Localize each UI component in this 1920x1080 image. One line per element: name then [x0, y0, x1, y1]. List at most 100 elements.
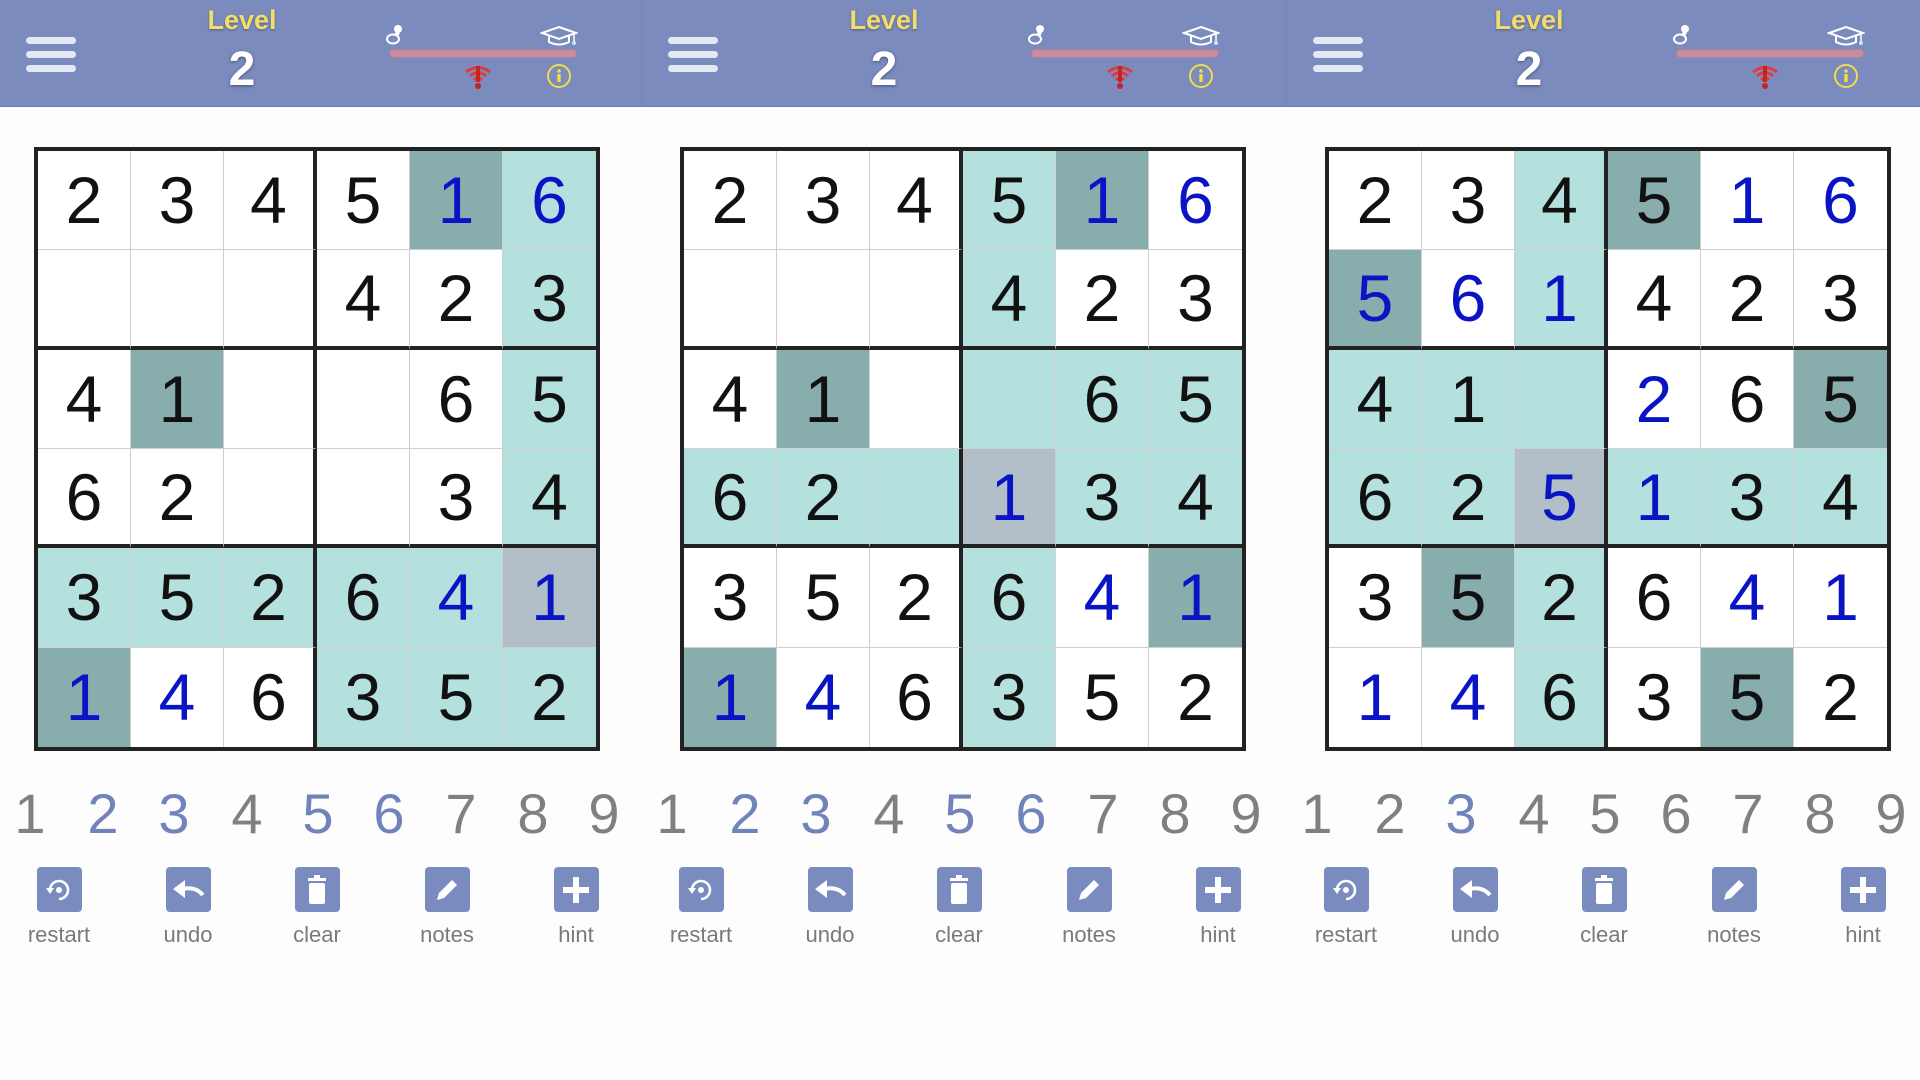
- grid-cell[interactable]: [870, 250, 963, 350]
- number-button-1[interactable]: 1: [0, 782, 60, 846]
- grid-cell[interactable]: 2: [1422, 449, 1515, 549]
- grid-cell[interactable]: 1: [1515, 250, 1608, 350]
- grid-cell[interactable]: 2: [38, 151, 131, 251]
- grid-cell[interactable]: 2: [1608, 349, 1701, 449]
- grid-cell[interactable]: 4: [1794, 449, 1887, 549]
- number-button-1[interactable]: 1: [642, 782, 702, 846]
- grid-cell[interactable]: 1: [1701, 151, 1794, 251]
- grid-cell[interactable]: [870, 449, 963, 549]
- number-button-2[interactable]: 2: [715, 782, 775, 846]
- grid-cell[interactable]: 1: [684, 647, 777, 747]
- number-button-5[interactable]: 5: [288, 782, 348, 846]
- number-button-6[interactable]: 6: [1001, 782, 1061, 846]
- number-button-6[interactable]: 6: [1646, 782, 1706, 846]
- grid-cell[interactable]: 4: [684, 349, 777, 449]
- grid-cell[interactable]: 6: [870, 647, 963, 747]
- grid-cell[interactable]: 4: [870, 151, 963, 251]
- grid-cell[interactable]: 3: [1056, 449, 1149, 549]
- grid-cell[interactable]: [38, 250, 131, 350]
- grid-cell[interactable]: 2: [410, 250, 503, 350]
- clear-button[interactable]: clear: [267, 867, 367, 948]
- grid-cell[interactable]: 3: [131, 151, 224, 251]
- grid-cell[interactable]: 6: [1149, 151, 1242, 251]
- clear-button[interactable]: clear: [1554, 867, 1654, 948]
- grid-cell[interactable]: 6: [1329, 449, 1422, 549]
- grid-cell[interactable]: 2: [1329, 151, 1422, 251]
- grid-cell[interactable]: 3: [1329, 548, 1422, 648]
- grid-cell[interactable]: [224, 250, 317, 350]
- grid-cell[interactable]: 6: [1608, 548, 1701, 648]
- undo-button[interactable]: undo: [138, 867, 238, 948]
- grid-cell[interactable]: 6: [410, 349, 503, 449]
- grid-cell[interactable]: 6: [1794, 151, 1887, 251]
- number-button-3[interactable]: 3: [786, 782, 846, 846]
- grid-cell[interactable]: 3: [1608, 647, 1701, 747]
- grid-cell[interactable]: 1: [1794, 548, 1887, 648]
- hamburger-menu-icon[interactable]: [668, 37, 718, 73]
- number-button-8[interactable]: 8: [1145, 782, 1205, 846]
- number-button-4[interactable]: 4: [859, 782, 919, 846]
- grid-cell[interactable]: 3: [777, 151, 870, 251]
- number-button-5[interactable]: 5: [930, 782, 990, 846]
- grid-cell[interactable]: 4: [410, 548, 503, 648]
- hint-button[interactable]: hint: [1813, 867, 1913, 948]
- grid-cell[interactable]: 6: [503, 151, 596, 251]
- grid-cell[interactable]: 3: [410, 449, 503, 549]
- grid-cell[interactable]: 6: [1515, 647, 1608, 747]
- grid-cell[interactable]: 1: [1608, 449, 1701, 549]
- grid-cell[interactable]: 5: [963, 151, 1056, 251]
- grid-cell[interactable]: 5: [1608, 151, 1701, 251]
- grid-cell[interactable]: 4: [1515, 151, 1608, 251]
- grid-cell[interactable]: 4: [1329, 349, 1422, 449]
- number-button-8[interactable]: 8: [1790, 782, 1850, 846]
- grid-cell[interactable]: 2: [131, 449, 224, 549]
- grid-cell[interactable]: [684, 250, 777, 350]
- warning-signal-icon[interactable]: [1105, 64, 1135, 90]
- grid-cell[interactable]: 4: [1608, 250, 1701, 350]
- grid-cell[interactable]: 5: [317, 151, 410, 251]
- number-button-4[interactable]: 4: [1504, 782, 1564, 846]
- grid-cell[interactable]: [317, 449, 410, 549]
- grid-cell[interactable]: 4: [131, 647, 224, 747]
- number-button-2[interactable]: 2: [73, 782, 133, 846]
- grid-cell[interactable]: 3: [963, 647, 1056, 747]
- grid-cell[interactable]: 4: [224, 151, 317, 251]
- grid-cell[interactable]: 1: [410, 151, 503, 251]
- grid-cell[interactable]: 6: [684, 449, 777, 549]
- number-button-3[interactable]: 3: [1431, 782, 1491, 846]
- number-button-6[interactable]: 6: [359, 782, 419, 846]
- undo-button[interactable]: undo: [780, 867, 880, 948]
- grid-cell[interactable]: [224, 349, 317, 449]
- grid-cell[interactable]: 4: [1701, 548, 1794, 648]
- grid-cell[interactable]: 2: [777, 449, 870, 549]
- restart-button[interactable]: restart: [9, 867, 109, 948]
- grid-cell[interactable]: [317, 349, 410, 449]
- grid-cell[interactable]: 5: [410, 647, 503, 747]
- grid-cell[interactable]: [224, 449, 317, 549]
- grid-cell[interactable]: 2: [1701, 250, 1794, 350]
- grid-cell[interactable]: 6: [1422, 250, 1515, 350]
- notes-button[interactable]: notes: [397, 867, 497, 948]
- grid-cell[interactable]: 3: [1794, 250, 1887, 350]
- grid-cell[interactable]: 5: [131, 548, 224, 648]
- grid-cell[interactable]: 1: [963, 449, 1056, 549]
- grid-cell[interactable]: 5: [503, 349, 596, 449]
- grid-cell[interactable]: 3: [38, 548, 131, 648]
- grid-cell[interactable]: 4: [503, 449, 596, 549]
- warning-signal-icon[interactable]: [463, 64, 493, 90]
- grid-cell[interactable]: 1: [503, 548, 596, 648]
- grid-cell[interactable]: 4: [38, 349, 131, 449]
- grid-cell[interactable]: 5: [1056, 647, 1149, 747]
- clear-button[interactable]: clear: [909, 867, 1009, 948]
- grid-cell[interactable]: 2: [870, 548, 963, 648]
- grid-cell[interactable]: [1515, 349, 1608, 449]
- grid-cell[interactable]: [870, 349, 963, 449]
- hint-button[interactable]: hint: [526, 867, 626, 948]
- grid-cell[interactable]: 1: [1329, 647, 1422, 747]
- restart-button[interactable]: restart: [651, 867, 751, 948]
- grid-cell[interactable]: 4: [317, 250, 410, 350]
- grid-cell[interactable]: 1: [777, 349, 870, 449]
- grid-cell[interactable]: 6: [38, 449, 131, 549]
- grid-cell[interactable]: 2: [1794, 648, 1887, 747]
- grid-cell[interactable]: 6: [317, 548, 410, 648]
